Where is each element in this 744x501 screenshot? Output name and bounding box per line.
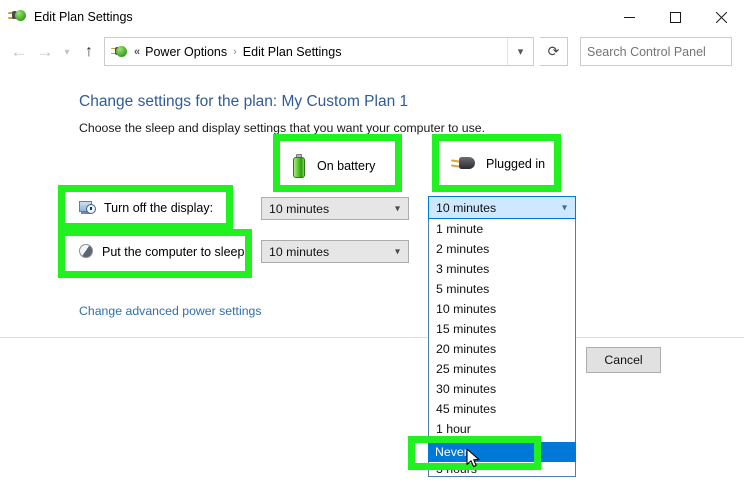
dropdown-option-list[interactable]: 1 minute 2 minutes 3 minutes 5 minutes 10 mi… xyxy=(428,219,576,477)
dropdown-option-never[interactable]: Never xyxy=(428,442,576,462)
window-title: Edit Plan Settings xyxy=(34,10,133,24)
minimize-button[interactable] xyxy=(606,0,652,34)
change-advanced-power-settings-link[interactable]: Change advanced power settings xyxy=(79,304,262,318)
page-subtitle: Choose the sleep and display settings th… xyxy=(79,121,486,135)
mouse-pointer-icon xyxy=(466,448,482,475)
combo-on-battery-display[interactable]: 10 minutes ▾ xyxy=(261,197,409,220)
dropdown-selected-value[interactable]: 10 minutes ▾ xyxy=(428,196,576,219)
column-header-plugged-in-label: Plugged in xyxy=(486,157,546,171)
combo-on-battery-sleep-value: 10 minutes xyxy=(269,244,330,259)
content-area: Change settings for the plan: My Custom … xyxy=(0,72,744,337)
up-icon[interactable]: ↑ xyxy=(76,37,102,67)
title-bar: Edit Plan Settings xyxy=(0,0,744,34)
dropdown-option[interactable]: 10 minutes xyxy=(429,299,575,319)
chevron-down-icon[interactable]: ▾ xyxy=(58,37,76,67)
forward-icon[interactable]: → xyxy=(32,37,58,67)
column-header-plugged-in: Plugged in xyxy=(450,154,545,174)
combo-on-battery-sleep[interactable]: 10 minutes ▾ xyxy=(261,240,409,263)
chevron-down-icon[interactable]: ▾ xyxy=(395,203,400,214)
close-button[interactable] xyxy=(698,0,744,34)
row-label-turn-off-display-text: Turn off the display: xyxy=(104,201,214,215)
power-plug-icon xyxy=(450,154,476,174)
window-controls xyxy=(606,0,744,34)
address-app-icon xyxy=(111,44,127,60)
breadcrumb-power-options[interactable]: Power Options xyxy=(145,45,227,59)
search-input[interactable] xyxy=(587,44,744,59)
dropdown-option[interactable]: 5 minutes xyxy=(429,279,575,299)
dropdown-option[interactable]: 15 minutes xyxy=(429,319,575,339)
address-bar[interactable]: « Power Options › Edit Plan Settings ▾ xyxy=(104,37,534,66)
address-prefix-chevron: « xyxy=(134,45,141,58)
dropdown-option[interactable]: 3 minutes xyxy=(429,259,575,279)
dropdown-option[interactable]: 1 minute xyxy=(429,219,575,239)
dropdown-option[interactable]: 45 minutes xyxy=(429,399,575,419)
dropdown-option[interactable]: 1 hour xyxy=(429,419,575,439)
column-header-on-battery-label: On battery xyxy=(317,159,376,173)
app-window: Edit Plan Settings ← → ▾ ↑ « Power Optio… xyxy=(0,0,744,501)
dropdown-plugged-in-display[interactable]: 10 minutes ▾ 1 minute 2 minutes 3 minutes 5… xyxy=(428,196,576,477)
moon-sleep-icon xyxy=(79,244,94,259)
footer-separator xyxy=(0,337,744,338)
cancel-button[interactable]: Cancel xyxy=(586,347,661,373)
address-dropdown-icon[interactable]: ▾ xyxy=(507,38,533,65)
dropdown-selected-value-text: 10 minutes xyxy=(436,200,497,215)
app-icon xyxy=(8,8,26,26)
refresh-icon[interactable]: ⟳ xyxy=(540,37,568,66)
column-header-on-battery: On battery xyxy=(292,154,375,178)
dropdown-option[interactable]: 25 minutes xyxy=(429,359,575,379)
row-label-turn-off-display: Turn off the display: xyxy=(79,200,213,216)
row-label-put-computer-to-sleep-text: Put the computer to sleep: xyxy=(102,244,248,259)
battery-icon xyxy=(292,154,307,178)
chevron-down-icon[interactable]: ▾ xyxy=(562,202,567,213)
display-clock-icon xyxy=(79,200,96,216)
combo-on-battery-display-value: 10 minutes xyxy=(269,201,330,216)
dropdown-option[interactable]: 30 minutes xyxy=(429,379,575,399)
chevron-down-icon[interactable]: ▾ xyxy=(395,246,400,257)
search-box[interactable] xyxy=(580,37,744,66)
back-icon[interactable]: ← xyxy=(6,37,32,67)
breadcrumb-edit-plan-settings[interactable]: Edit Plan Settings xyxy=(243,45,342,59)
maximize-button[interactable] xyxy=(652,0,698,34)
dropdown-option[interactable]: 20 minutes xyxy=(429,339,575,359)
page-title: Change settings for the plan: My Custom … xyxy=(79,93,409,110)
breadcrumb-separator-icon: › xyxy=(233,45,237,58)
dropdown-option[interactable]: 2 minutes xyxy=(429,239,575,259)
row-label-put-computer-to-sleep: Put the computer to sleep: xyxy=(79,244,248,259)
